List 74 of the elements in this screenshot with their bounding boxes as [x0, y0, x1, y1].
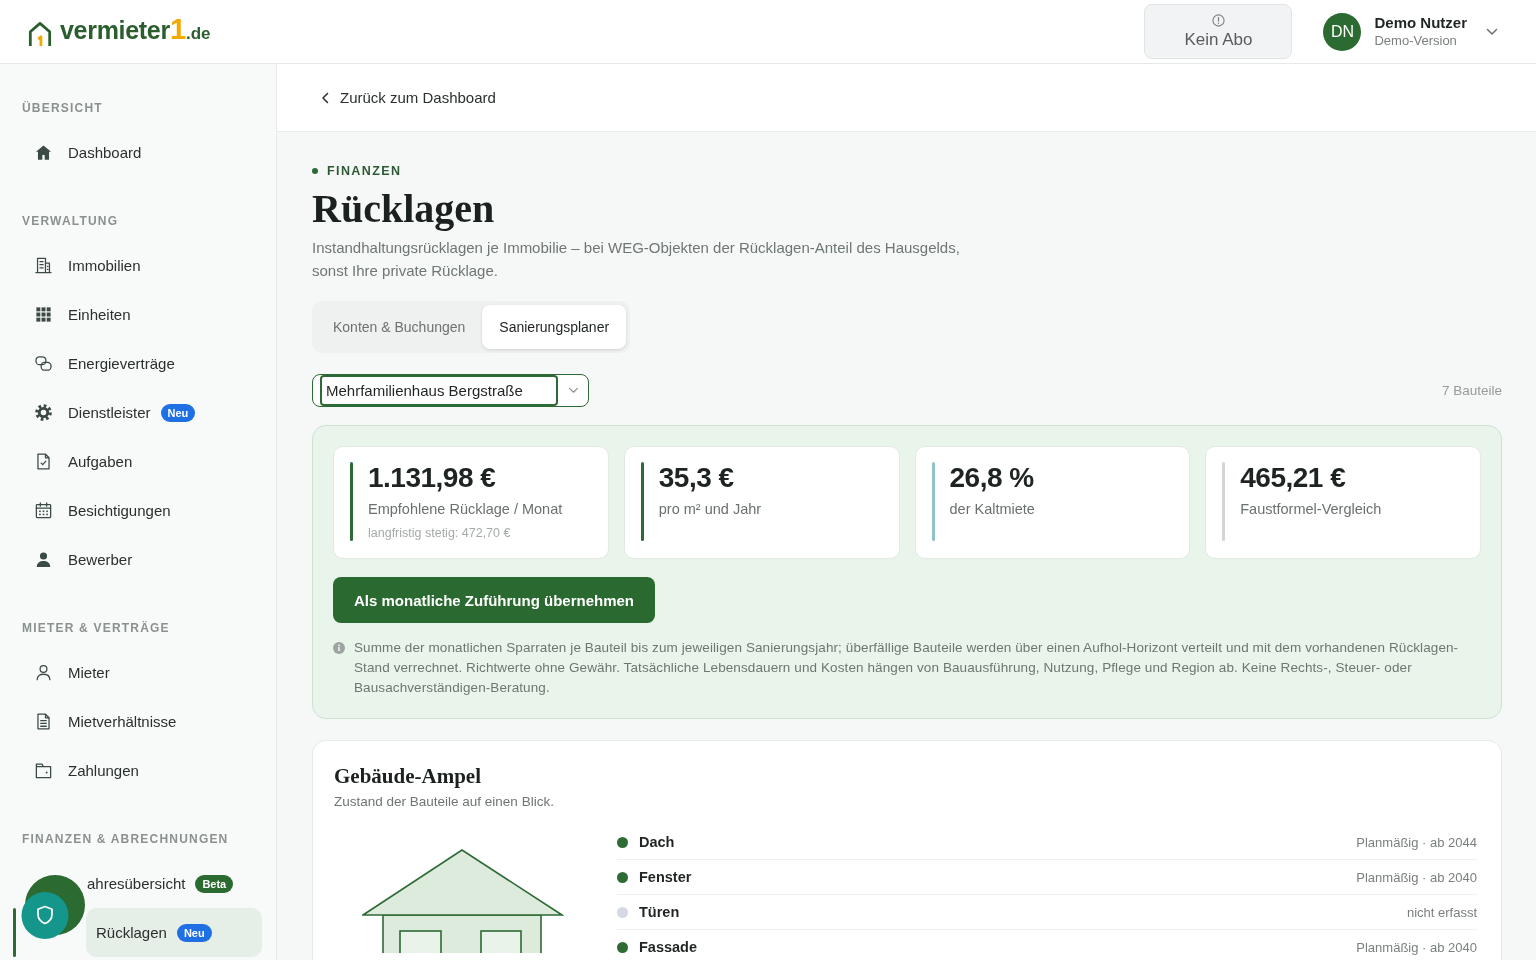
back-link[interactable]: Zurück zum Dashboard [321, 89, 496, 106]
component-name: Dach [639, 834, 675, 850]
nav-item[interactable]: Energieverträge [14, 339, 262, 388]
document-check-icon [34, 452, 53, 471]
nav-item[interactable]: Mietverhältnisse [14, 697, 262, 746]
stat-value: 26,8 % [949, 462, 1035, 494]
component-count: 7 Bauteile [1441, 383, 1502, 398]
section-heading: FINANZEN & ABRECHNUNGEN [21, 831, 230, 847]
nav-item[interactable]: Zahlungen [14, 746, 262, 795]
person-icon [34, 663, 53, 682]
building-icon [34, 256, 53, 275]
person-icon [34, 550, 53, 569]
gear-icon [34, 403, 53, 422]
card-title: Gebäude-Ampel [334, 763, 481, 789]
exclamation-icon [1212, 13, 1225, 27]
section-heading: MIETER & VERTRÄGE [21, 620, 171, 636]
stat-value: 35,3 € [658, 462, 735, 494]
card-subtitle: Zustand der Bauteile auf einen Blick. [334, 793, 555, 811]
status-badge: Beta [195, 874, 234, 893]
nav-item[interactable]: ahresübersicht Beta [14, 859, 262, 908]
user-role: Demo-Version [1374, 32, 1458, 49]
nav-item[interactable]: Aufgaben [14, 437, 262, 486]
status-badge: Neu [160, 403, 196, 422]
stat-label: Empfohlene Rücklage / Monat [368, 500, 563, 519]
stat-label: der Kaltmiete [949, 500, 1035, 519]
nav-item[interactable]: Bewerber [14, 535, 262, 584]
stat-label: Faustformel-Vergleich [1240, 500, 1382, 519]
component-name: Fassade [639, 939, 698, 955]
tab[interactable]: Konten & Buchungen [316, 305, 483, 349]
nav-item[interactable]: Besichtigungen [14, 486, 262, 535]
stat-note: langfristig stetig: 472,70 € [368, 525, 512, 542]
section-heading: ÜBERSICHT [21, 100, 104, 116]
stat-value: 465,21 € [1240, 462, 1347, 494]
stat-label: pro m² und Jahr [658, 500, 762, 519]
house-icon [28, 20, 52, 48]
chevron-down-icon [567, 387, 579, 394]
nav-item[interactable]: Rücklagen Neu [86, 908, 262, 957]
floating-button[interactable] [21, 875, 85, 939]
nav-item[interactable]: Immobilien [14, 241, 262, 290]
document-icon [34, 712, 53, 731]
nav-item[interactable]: Einheiten [14, 290, 262, 339]
avatar: DN [1323, 12, 1362, 51]
bullet-icon [312, 168, 318, 174]
grid-icon [34, 305, 53, 324]
chevron-left-icon [321, 91, 329, 104]
plan-button[interactable]: Kein Abo [1144, 4, 1293, 59]
status-badge: Neu [176, 923, 212, 942]
nav-item[interactable]: Dashboard [14, 128, 262, 177]
home-icon [34, 143, 53, 162]
page-subtitle: Instandhaltungsrücklagen je Immobilie – bei WEG-Objekten der Rücklagen-Anteil des Hausgelds, sonst Ihre private Rücklage. [312, 238, 961, 281]
nav-item[interactable]: Mieter [14, 648, 262, 697]
shield-icon [37, 905, 53, 925]
component-status: nicht erfasst [1406, 904, 1477, 920]
logo-text: vermieter1.de [60, 15, 211, 47]
nav-item[interactable]: Dienstleister Neu [14, 388, 262, 437]
info-icon [333, 642, 345, 654]
linked-squares-icon [34, 354, 53, 373]
user-name: Demo Nutzer [1374, 14, 1467, 32]
tab[interactable]: Sanierungsplaner [482, 305, 627, 349]
info-note: Summe der monatlichen Sparraten je Bauteil bis zum jeweiligen Sanierungsjahr; überfällige Bauteile werden über einen Aufhol-Horizont verteilt und mit dem vorhandenen Rücklagen-Stand verrechnet. Richtwerte ohne Gewähr. Tatsächliche Lebensdauern und Kosten hängen von Bauausführung, Nutzung, Pflege und Region ab. Keine Rechts-, Steuer- oder Bausachverständigen-Beratung. [354, 639, 1460, 697]
component-name: Türen [639, 904, 680, 920]
component-name: Fenster [639, 869, 692, 885]
stat-value: 1.131,98 € [368, 462, 497, 494]
calendar-icon [34, 501, 53, 520]
component-status: Planmäßig · ab 2040 [1356, 939, 1477, 955]
property-select[interactable]: Mehrfamilienhaus Bergstraße [312, 374, 589, 407]
component-status: Planmäßig · ab 2044 [1356, 834, 1477, 850]
eyebrow-label: FINANZEN [327, 163, 402, 179]
chevron-down-icon[interactable] [1486, 27, 1498, 36]
component-status: Planmäßig · ab 2040 [1356, 869, 1477, 885]
wallet-icon [34, 761, 53, 780]
page-title: Rücklagen [312, 185, 495, 233]
apply-button[interactable]: Als monatliche Zuführung übernehmen [333, 577, 655, 623]
section-heading: VERWALTUNG [21, 213, 120, 229]
